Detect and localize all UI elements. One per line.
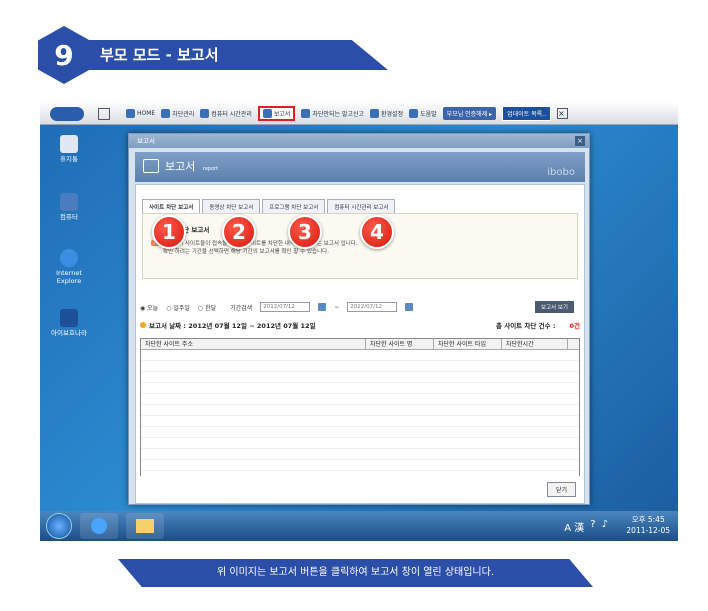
monitor-icon [200,109,210,118]
col-block-time[interactable]: 차단한시간 [502,339,568,349]
report-dialog: 보고서 × 보고서 report ibobo 사이트 차단 보고서 동영상 차단… [128,133,590,505]
ime-indicator[interactable]: A 漢 [564,519,584,534]
gear-icon [370,109,380,118]
home-icon [126,109,135,118]
system-tray: A 漢? ♪ [564,519,608,534]
calendar-icon[interactable] [405,303,414,311]
toolbar-report-button[interactable]: 보고서 [257,106,296,121]
report-summary: 보고서 날짜 : 2012년 07월 12일 ~ 2012년 07월 12일 총… [140,320,580,334]
table-header: 차단한 사이트 주소 차단한 사이트 명 차단한 사이트 타입 차단한시간 [141,339,579,350]
volume-icon[interactable]: ♪ [602,519,608,534]
ibobo-icon [60,309,78,327]
toolbar-help-button[interactable]: 도움말 [409,109,437,118]
radio-month[interactable]: ○ 한달 [198,303,216,312]
taskbar-folder-icon[interactable] [126,513,164,539]
toolbar-block-manage-button[interactable]: 차단관리 [161,109,194,118]
taskbar-ie-icon[interactable] [80,513,118,539]
col-site-name[interactable]: 차단한 사이트 명 [366,339,434,349]
report-table: 차단한 사이트 주소 차단한 사이트 명 차단한 사이트 타입 차단한시간 [140,338,580,476]
toolbar-close-icon[interactable]: × [556,108,568,119]
date-from-field[interactable]: 2012/07/12 [260,302,311,312]
report-panel: 사이트 차단 보고서 동영상 차단 보고서 프로그램 차단 보고서 컴퓨터 시간… [135,184,585,504]
caption-bar: 위 이미지는 보고서 버튼을 클릭하여 보고서 창이 열린 상태입니다. [118,559,593,587]
update-list-button[interactable]: 업데이트 목록.. [502,106,551,121]
ie-icon [60,249,78,267]
dialog-banner: 보고서 report ibobo [135,152,585,182]
step-header: 9 부모 모드 - 보고서 [38,26,388,84]
dialog-close-icon[interactable]: × [575,136,585,146]
radio-week[interactable]: ○ 일주일 [166,303,190,312]
app-toolbar: HOME 차단관리 컴퓨터 시간관리 보고서 차단안되는 말고신고 환경설정 도… [40,103,678,125]
toolbar-pc-time-button[interactable]: 컴퓨터 시간관리 [200,109,252,118]
view-report-button[interactable]: 보고서 보기 [534,301,574,313]
date-to-field[interactable]: 2012/07/12 [347,302,398,312]
report-icon [262,109,272,118]
calendar-icon[interactable] [318,303,327,311]
clock[interactable]: 오후 5:45 2011-12-05 [626,514,670,536]
callout-number-4: 4 [360,215,394,249]
computer-icon [60,193,78,211]
app-logo [50,106,84,121]
help-icon[interactable]: ? [590,519,595,534]
col-site-type[interactable]: 차단한 사이트 타입 [434,339,502,349]
desktop-screenshot: HOME 차단관리 컴퓨터 시간관리 보고서 차단안되는 말고신고 환경설정 도… [40,103,678,541]
step-title: 부모 모드 - 보고서 [86,40,388,70]
start-button[interactable] [46,513,72,539]
toolbar-blocked-report-button[interactable]: 차단안되는 말고신고 [301,109,364,118]
col-site-address[interactable]: 차단한 사이트 주소 [141,339,366,349]
period-label: 기간검색 [230,304,253,312]
callout-number-3: 3 [288,215,322,249]
table-body [141,350,579,476]
callout-number-1: 1 [152,215,186,249]
bullet-icon [140,322,146,328]
step-number-badge: 9 [38,26,90,84]
close-button[interactable]: 닫기 [546,482,576,497]
period-filter: ◉ 오늘 ○ 일주일 ○ 한달 기간검색 2012/07/12 ~ 2012/0… [140,300,580,314]
report-info-box: 사이트 차단 보고서 TIP 자녀분이 사이트들이 접속을 시도한 사이트를 차… [142,213,578,279]
callout-number-2: 2 [222,215,256,249]
block-icon [161,109,171,118]
desktop-icon-recycle-bin[interactable]: 휴지통 [44,135,94,163]
folder-icon [143,159,159,173]
toolbar-settings-button[interactable]: 환경설정 [370,109,403,118]
desktop-icon-ie[interactable]: Internet Explore [44,249,94,285]
toolbar-home-button[interactable]: HOME [126,109,155,118]
info-description: 자녀분이 사이트들이 접속을 시도한 사이트를 차단한 내역을 보여주는 보고서… [163,241,358,255]
desktop-icon-computer[interactable]: 컴퓨터 [44,193,94,221]
dialog-titlebar: 보고서 × [129,134,589,148]
windows-taskbar: A 漢? ♪ 오후 5:45 2011-12-05 [40,511,678,541]
radio-today[interactable]: ◉ 오늘 [140,303,158,312]
desktop-icon-ibobo[interactable]: 아이보호나라 [44,309,94,337]
total-count: 0건 [569,322,580,330]
help-icon [409,109,419,118]
flag-icon [301,109,311,118]
parent-auth-button[interactable]: 부모님 인증해제 ▸ [442,107,497,120]
grid-icon[interactable] [98,107,110,120]
recycle-bin-icon [60,135,78,153]
